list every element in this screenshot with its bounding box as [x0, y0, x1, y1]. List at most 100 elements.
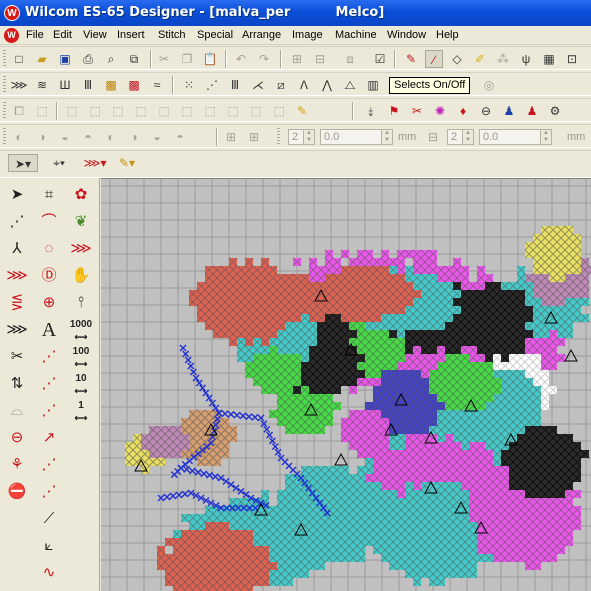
- toolbar-grip[interactable]: [3, 50, 6, 68]
- align-5-icon[interactable]: ◐: [102, 128, 120, 146]
- reshape-icon[interactable]: ⌗: [36, 182, 62, 208]
- curve-tool-icon[interactable]: ∿: [36, 560, 62, 586]
- trim-icon[interactable]: ✂: [408, 102, 426, 120]
- open-icon[interactable]: ▰: [33, 50, 51, 68]
- copy-icon[interactable]: ❐: [178, 50, 196, 68]
- blend-icon[interactable]: ◎: [480, 76, 498, 94]
- menu-arrange[interactable]: Arrange: [242, 29, 281, 41]
- fan-stitch-icon[interactable]: ⋌: [249, 76, 267, 94]
- y-spacing-stepper[interactable]: ▲ ▼: [462, 129, 474, 145]
- d-shape-icon[interactable]: Ⓓ: [36, 263, 62, 289]
- design-canvas[interactable]: [101, 178, 591, 591]
- hoop-tool-icon[interactable]: ⌓: [4, 398, 30, 424]
- shape-11-icon[interactable]: ⬚: [270, 102, 288, 120]
- menu-special[interactable]: Special: [197, 29, 233, 41]
- menu-machine[interactable]: Machine: [335, 29, 377, 41]
- shape-7-icon[interactable]: ⬚: [178, 102, 196, 120]
- save-icon[interactable]: ▣: [56, 50, 74, 68]
- cross-stitch-icon[interactable]: ▩: [125, 76, 143, 94]
- new-icon[interactable]: □: [10, 50, 28, 68]
- stop-icon[interactable]: ⚑: [385, 102, 403, 120]
- globe-icon[interactable]: ⊕: [36, 290, 62, 316]
- grid-icon[interactable]: ▦: [540, 50, 558, 68]
- stitch-count-10[interactable]: 10 ⟷: [68, 371, 94, 397]
- select-object-dropdown[interactable]: ➤▾: [8, 154, 38, 172]
- pen-dropdown[interactable]: ✎▾: [112, 154, 142, 172]
- x-offset-field[interactable]: 0.0: [320, 129, 382, 145]
- x-spacing-stepper[interactable]: ▲ ▼: [303, 129, 315, 145]
- column-stitch-icon[interactable]: Ⅲ: [226, 76, 244, 94]
- outline-shape-icon[interactable]: ⧠: [10, 102, 28, 120]
- y-offset-stepper[interactable]: ▲ ▼: [540, 129, 552, 145]
- person-red-icon[interactable]: ♟: [523, 102, 541, 120]
- run-stitch-icon[interactable]: ⋰: [36, 371, 62, 397]
- menu-file[interactable]: File: [26, 29, 44, 41]
- block-icon[interactable]: ▥: [364, 76, 382, 94]
- align-1-icon[interactable]: ◐: [10, 128, 28, 146]
- outline-icon[interactable]: ◇: [448, 50, 466, 68]
- export-icon[interactable]: ⧉: [125, 50, 143, 68]
- menu-edit[interactable]: Edit: [53, 29, 72, 41]
- brush-icon[interactable]: ⁂: [494, 50, 512, 68]
- reshape-dropdown[interactable]: ⌖▾: [44, 154, 74, 172]
- print-icon[interactable]: ⎙: [79, 50, 97, 68]
- settings-icon[interactable]: ⚙: [546, 102, 564, 120]
- stop-sign-icon[interactable]: ⛔: [4, 479, 30, 505]
- chain-icon[interactable]: ⋰: [36, 398, 62, 424]
- shape-3-icon[interactable]: ⬚: [86, 102, 104, 120]
- scissors-tool-icon[interactable]: ✂: [4, 344, 30, 370]
- document-menu-icon[interactable]: W: [4, 28, 19, 43]
- people-icon[interactable]: ♟: [500, 102, 518, 120]
- menu-window[interactable]: Window: [387, 29, 426, 41]
- satin-stitch-icon[interactable]: ⋙: [10, 76, 28, 94]
- lettering-tool[interactable]: A: [36, 317, 62, 343]
- column-b-icon[interactable]: ⋚: [4, 290, 30, 316]
- shape-4-icon[interactable]: ⬚: [109, 102, 127, 120]
- menu-image[interactable]: Image: [292, 29, 323, 41]
- sequence-icon[interactable]: ⧈: [341, 50, 359, 68]
- shape-2-icon[interactable]: ⬚: [63, 102, 81, 120]
- wave-icon[interactable]: ≈: [148, 76, 166, 94]
- jump-icon[interactable]: ↗: [36, 425, 62, 451]
- x-spacing-value[interactable]: 2: [288, 129, 304, 145]
- shape-5-icon[interactable]: ⬚: [132, 102, 150, 120]
- shape-9-icon[interactable]: ⬚: [224, 102, 242, 120]
- vertical-space-icon[interactable]: ⊟: [424, 128, 442, 146]
- distribute-icon[interactable]: ⊞: [222, 128, 240, 146]
- shape-10-icon[interactable]: ⬚: [247, 102, 265, 120]
- app-logo-icon[interactable]: W: [4, 5, 20, 21]
- align-7-icon[interactable]: ◒: [148, 128, 166, 146]
- dot-pattern-icon[interactable]: ⁙: [180, 76, 198, 94]
- leaf-icon[interactable]: ❦: [68, 209, 94, 235]
- needle-pointer-icon[interactable]: ⤈: [362, 102, 380, 120]
- align-3-icon[interactable]: ◒: [56, 128, 74, 146]
- needle-tool-icon[interactable]: ⫯: [68, 290, 94, 316]
- tatami-icon[interactable]: Ⅲ: [79, 76, 97, 94]
- polyline-tool-icon[interactable]: ⟀: [36, 533, 62, 559]
- ripple-fill-icon[interactable]: ⋙: [68, 236, 94, 262]
- stitch-red-icon[interactable]: ✎: [402, 50, 420, 68]
- arch-shape-icon[interactable]: ⌒: [36, 209, 62, 235]
- shape-1-icon[interactable]: ⬚: [33, 102, 51, 120]
- zoom-icon[interactable]: ⊡: [563, 50, 581, 68]
- trim-tool-icon[interactable]: ⚘: [4, 452, 30, 478]
- dashed-line-icon[interactable]: ⋰: [36, 344, 62, 370]
- space-icon[interactable]: ⊞: [245, 128, 263, 146]
- stitch-count-1[interactable]: 1 ⟷: [68, 398, 94, 424]
- ripple-icon[interactable]: ⧍: [341, 76, 359, 94]
- stitch-count-1000[interactable]: 1000 ⟷: [68, 317, 94, 343]
- lasso-icon[interactable]: ⋰: [4, 209, 30, 235]
- select-arrow-icon[interactable]: ➤: [4, 182, 30, 208]
- motif-icon[interactable]: ⋀: [318, 76, 336, 94]
- ungroup-icon[interactable]: ⊟: [311, 50, 329, 68]
- checkbox-icon[interactable]: ☑: [371, 50, 389, 68]
- cut-icon[interactable]: ✂: [155, 50, 173, 68]
- flower-icon[interactable]: ✿: [68, 182, 94, 208]
- column-a-icon[interactable]: ⋙: [4, 263, 30, 289]
- x-offset-stepper[interactable]: ▲ ▼: [381, 129, 393, 145]
- align-4-icon[interactable]: ◓: [79, 128, 97, 146]
- hoop-icon[interactable]: ✐: [471, 50, 489, 68]
- tie-in-icon[interactable]: ♦: [454, 102, 472, 120]
- hand-icon[interactable]: ✋: [68, 263, 94, 289]
- stitch-count-100[interactable]: 100 ⟷: [68, 344, 94, 370]
